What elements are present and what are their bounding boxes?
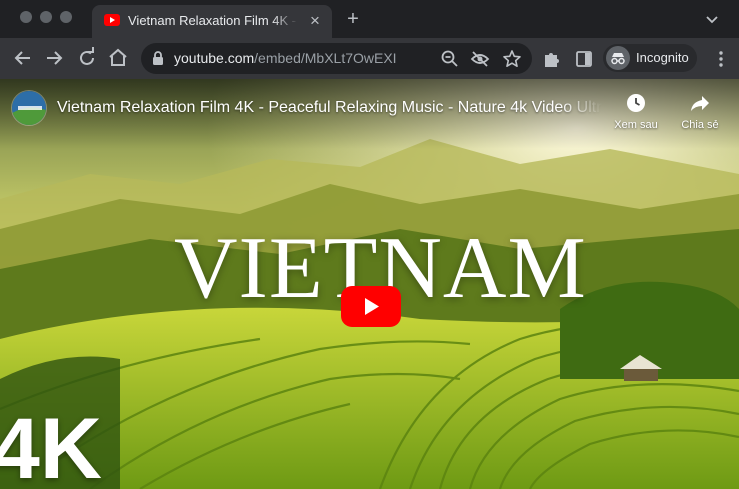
address-bar[interactable]: youtube.com/embed/MbXLt7OwEXI bbox=[141, 43, 532, 74]
url-text[interactable]: youtube.com/embed/MbXLt7OwEXI bbox=[174, 50, 397, 68]
video-badge: 4K bbox=[0, 401, 102, 489]
play-icon bbox=[341, 286, 401, 327]
video-title[interactable]: Vietnam Relaxation Film 4K - Peaceful Re… bbox=[57, 99, 602, 121]
arrow-forward-icon[interactable] bbox=[42, 46, 66, 70]
zoom-icon[interactable] bbox=[439, 48, 461, 70]
side-panel-icon[interactable] bbox=[573, 48, 595, 70]
incognito-icon bbox=[606, 46, 630, 70]
home-icon[interactable] bbox=[106, 46, 130, 70]
video-player[interactable]: VIETNAM 4K Vietnam Relaxation Film 4K - … bbox=[0, 79, 739, 489]
plus-icon[interactable]: + bbox=[342, 8, 364, 30]
puzzle-icon[interactable] bbox=[541, 48, 563, 70]
tab-strip: Vietnam Relaxation Film 4K - Peaceful Re… bbox=[0, 0, 739, 38]
chevron-down-icon[interactable] bbox=[703, 10, 721, 28]
watch-later-button[interactable]: Xem sau bbox=[606, 91, 666, 137]
url-path: /embed/MbXLt7OwEXI bbox=[254, 50, 397, 66]
clock-icon bbox=[624, 91, 648, 115]
youtube-favicon-icon bbox=[104, 14, 120, 26]
tab-title: Vietnam Relaxation Film 4K - Peaceful Re… bbox=[128, 13, 298, 28]
star-icon[interactable] bbox=[501, 48, 523, 70]
channel-avatar[interactable] bbox=[11, 90, 47, 126]
close-icon[interactable]: × bbox=[306, 12, 324, 30]
play-button[interactable] bbox=[341, 286, 401, 327]
toolbar: youtube.com/embed/MbXLt7OwEXI Incognito bbox=[0, 38, 739, 79]
browser-window: Vietnam Relaxation Film 4K - Peaceful Re… bbox=[0, 0, 739, 489]
share-label: Chia sẻ bbox=[681, 119, 719, 131]
profile-label: Incognito bbox=[636, 50, 689, 65]
watch-later-label: Xem sau bbox=[614, 119, 658, 131]
reload-icon[interactable] bbox=[75, 46, 99, 70]
more-vert-icon[interactable] bbox=[714, 48, 728, 70]
minimize-window-button[interactable] bbox=[40, 11, 52, 23]
share-icon bbox=[688, 91, 712, 115]
active-tab[interactable]: Vietnam Relaxation Film 4K - Peaceful Re… bbox=[92, 5, 332, 38]
zoom-window-button[interactable] bbox=[60, 11, 72, 23]
share-button[interactable]: Chia sẻ bbox=[670, 91, 730, 137]
profile-button[interactable]: Incognito bbox=[603, 44, 697, 72]
arrow-back-icon[interactable] bbox=[11, 46, 35, 70]
url-host: youtube.com bbox=[174, 50, 255, 66]
close-window-button[interactable] bbox=[20, 11, 32, 23]
lock-icon[interactable] bbox=[151, 51, 165, 66]
eye-off-icon[interactable] bbox=[469, 48, 491, 70]
